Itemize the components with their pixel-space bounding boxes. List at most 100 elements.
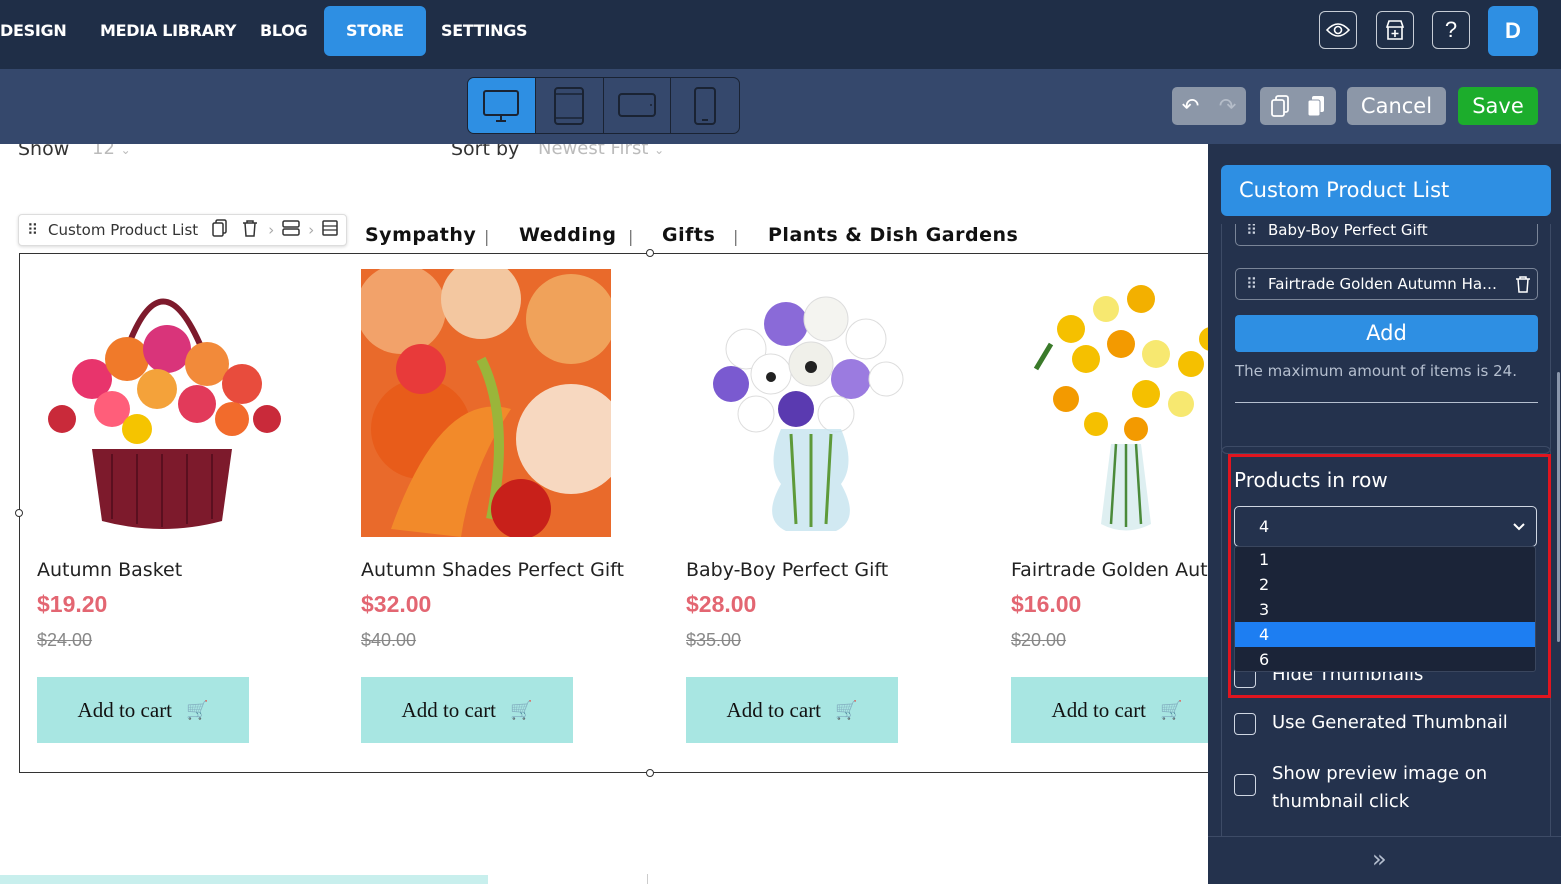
page-canvas: Show 12 ⌄ Sort by Newest First ⌄ Sympath… <box>0 144 1208 884</box>
drag-handle-icon[interactable]: ⠿ <box>1246 269 1257 299</box>
device-tablet-portrait-button[interactable] <box>536 78 604 133</box>
panel-title: Custom Product List <box>1221 165 1551 216</box>
dropdown-option[interactable]: 6 <box>1235 647 1535 672</box>
product-image[interactable] <box>1011 269 1208 537</box>
trash-icon[interactable] <box>1511 273 1531 299</box>
product-price: $19.20 <box>37 591 108 617</box>
category-sympathy[interactable]: Sympathy <box>365 224 476 246</box>
eye-icon <box>1326 23 1350 37</box>
chevron-down-icon <box>1512 507 1526 546</box>
dropdown-option[interactable]: 3 <box>1235 597 1535 622</box>
max-items-note: The maximum amount of items is 24. <box>1235 362 1517 380</box>
undo-redo-group: ↶ ↷ <box>1172 87 1246 125</box>
chevron-down-icon: ⌄ <box>654 144 665 157</box>
product-name[interactable]: Autumn Shades Perfect Gift <box>361 559 624 581</box>
product-card[interactable]: Autumn Shades Perfect Gift $32.00 $40.00… <box>361 269 624 743</box>
list-item[interactable]: ⠿ Baby-Boy Perfect Gift <box>1235 224 1538 246</box>
layout-rows-icon[interactable] <box>282 220 300 240</box>
save-button[interactable]: Save <box>1458 87 1538 125</box>
cart-icon: 🛒 <box>835 699 858 721</box>
items-divider <box>1235 402 1538 403</box>
add-to-cart-label: Add to cart <box>401 697 497 722</box>
nav-blog[interactable]: BLOG <box>260 6 308 56</box>
cart-icon: 🛒 <box>186 699 209 721</box>
settings-panel: Custom Product List ⠿ Baby-Boy Perfect G… <box>1208 144 1561 884</box>
product-price: $28.00 <box>686 591 757 617</box>
dropdown-option-selected[interactable]: 4 <box>1235 622 1535 647</box>
tablet-landscape-icon <box>617 92 656 117</box>
product-old-price: $20.00 <box>1011 630 1067 650</box>
select-value: 4 <box>1259 517 1270 536</box>
product-card[interactable]: Autumn Basket $19.20 $24.00 Add to cart 🛒 <box>37 269 297 743</box>
products-in-row-select[interactable]: 4 <box>1234 506 1537 547</box>
duplicate-icon[interactable] <box>212 219 228 241</box>
paste-icon[interactable] <box>1298 95 1334 117</box>
category-plants[interactable]: Plants & Dish Gardens <box>768 224 1018 246</box>
device-mobile-button[interactable] <box>671 78 739 133</box>
collapse-panel-icon[interactable]: » <box>1372 845 1387 873</box>
category-gifts[interactable]: Gifts <box>662 224 715 246</box>
product-price: $32.00 <box>361 591 432 617</box>
add-to-cart-label: Add to cart <box>726 697 822 722</box>
category-wedding[interactable]: Wedding <box>519 224 617 246</box>
add-to-cart-button[interactable]: Add to cart 🛒 <box>37 677 249 743</box>
product-name[interactable]: Autumn Basket <box>37 559 297 581</box>
product-old-price: $24.00 <box>37 630 93 650</box>
nav-design[interactable]: DESIGN <box>0 6 67 56</box>
copy-icon[interactable] <box>1262 95 1298 117</box>
category-separator: | <box>484 227 490 246</box>
cancel-button[interactable]: Cancel <box>1347 87 1446 125</box>
product-name[interactable]: Fairtrade Golden Autur <box>1011 559 1208 581</box>
layout-list-icon[interactable] <box>322 220 338 240</box>
preview-button[interactable] <box>1319 11 1357 49</box>
store-add-button[interactable] <box>1376 11 1414 49</box>
dropdown-option[interactable]: 2 <box>1235 572 1535 597</box>
panel-scrollbar[interactable] <box>1557 372 1560 642</box>
add-item-button[interactable]: Add <box>1235 315 1538 352</box>
product-image[interactable] <box>686 269 936 537</box>
product-image[interactable] <box>361 269 611 537</box>
add-to-cart-button[interactable]: Add to cart 🛒 <box>361 677 573 743</box>
product-image[interactable] <box>37 269 287 537</box>
desktop-icon <box>483 89 520 122</box>
dropdown-option[interactable]: 1 <box>1235 547 1535 572</box>
resize-handle-top[interactable] <box>646 249 654 257</box>
product-name[interactable]: Baby-Boy Perfect Gift <box>686 559 946 581</box>
show-preview-label: Show preview image on thumbnail click <box>1272 763 1488 812</box>
nav-store[interactable]: STORE <box>324 6 426 56</box>
top-navigation-bar: DESIGN MEDIA LIBRARY BLOG STORE SETTINGS… <box>0 0 1561 69</box>
add-to-cart-button[interactable]: Add to cart 🛒 <box>1011 677 1208 743</box>
help-icon: ? <box>1444 17 1458 42</box>
trash-icon[interactable] <box>242 219 258 241</box>
product-card[interactable]: Fairtrade Golden Autur $16.00 $20.00 Add… <box>1011 269 1208 743</box>
help-button[interactable]: ? <box>1432 11 1470 49</box>
show-preview-checkbox[interactable] <box>1234 774 1256 796</box>
store-add-icon <box>1385 20 1405 40</box>
undo-icon[interactable]: ↶ <box>1172 94 1209 118</box>
device-tablet-landscape-button[interactable] <box>604 78 672 133</box>
resize-handle-left[interactable] <box>15 509 23 517</box>
panel-footer: » <box>1208 836 1561 884</box>
drag-handle-icon[interactable]: ⠿ <box>1246 224 1257 245</box>
product-card[interactable]: Baby-Boy Perfect Gift $28.00 $35.00 Add … <box>686 269 946 743</box>
redo-icon[interactable]: ↷ <box>1209 94 1246 118</box>
use-generated-thumbnail-checkbox[interactable] <box>1234 713 1256 735</box>
sort-select[interactable]: Newest First ⌄ <box>538 144 664 159</box>
device-desktop-button[interactable] <box>468 78 536 133</box>
list-item-label: Baby-Boy Perfect Gift <box>1268 224 1428 239</box>
show-select[interactable]: 12 ⌄ <box>92 144 131 159</box>
list-item[interactable]: ⠿ Fairtrade Golden Autumn Ha… <box>1235 268 1538 300</box>
product-price: $16.00 <box>1011 591 1082 617</box>
show-label: Show <box>18 144 70 160</box>
nav-settings[interactable]: SETTINGS <box>441 6 528 56</box>
nav-media-library[interactable]: MEDIA LIBRARY <box>100 6 237 56</box>
drag-handle-icon[interactable]: ⠿ <box>27 221 38 239</box>
cart-icon: 🛒 <box>510 699 533 721</box>
category-separator: | <box>628 227 634 246</box>
resize-handle-bottom[interactable] <box>646 769 654 777</box>
products-in-row-label: Products in row <box>1234 468 1388 492</box>
add-to-cart-label: Add to cart <box>1051 697 1147 722</box>
tablet-portrait-icon <box>554 86 585 125</box>
add-to-cart-button[interactable]: Add to cart 🛒 <box>686 677 898 743</box>
avatar[interactable]: D <box>1488 6 1538 56</box>
